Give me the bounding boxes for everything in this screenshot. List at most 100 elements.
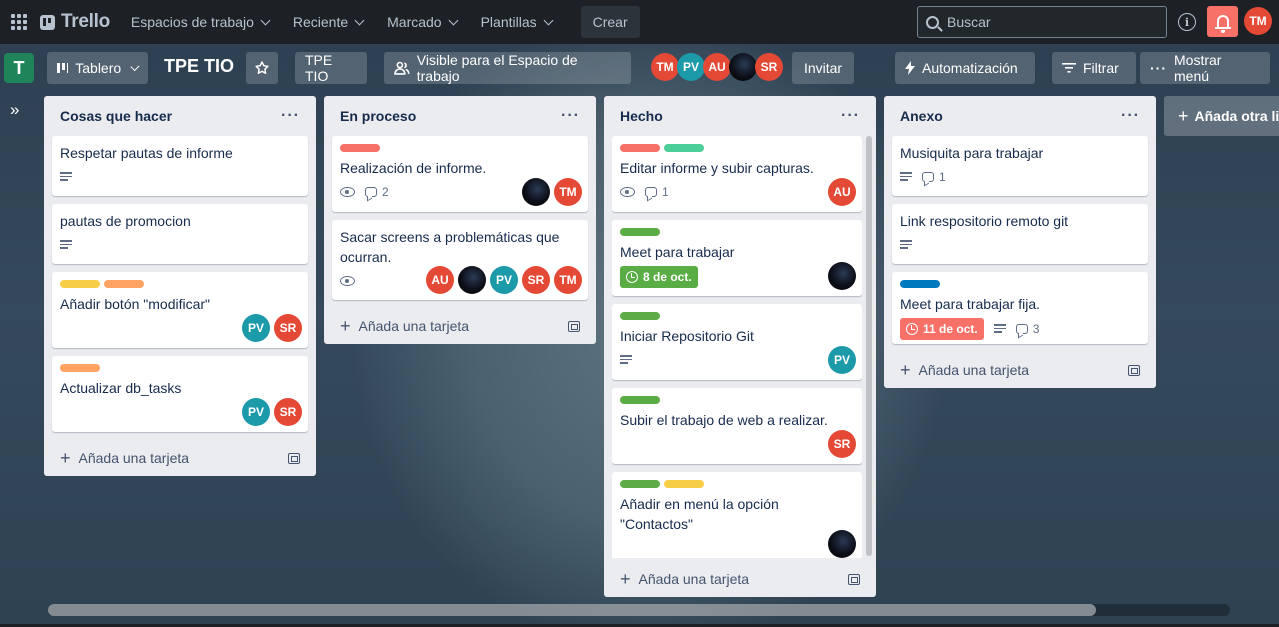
label-dark-green[interactable] — [620, 396, 660, 404]
list-scrollbar[interactable] — [866, 136, 872, 556]
workspace-avatar[interactable]: T — [4, 53, 34, 83]
card[interactable]: Añadir en menú la opción "Contactos" — [612, 472, 862, 558]
member-avatar[interactable]: SR — [755, 53, 783, 81]
nav-recent[interactable]: Reciente — [284, 6, 372, 38]
card-template-icon[interactable] — [1128, 364, 1140, 376]
nav-templates[interactable]: Plantillas — [472, 6, 561, 38]
filter-button[interactable]: Filtrar — [1052, 52, 1136, 84]
card[interactable]: Subir el trabajo de web a realizar. SR — [612, 388, 862, 464]
label-dark-green[interactable] — [620, 480, 660, 488]
list-header[interactable]: Cosas que hacer ··· — [52, 96, 308, 136]
card[interactable]: Actualizar db_tasks PV SR — [52, 356, 308, 432]
member-avatar-photo[interactable] — [729, 53, 757, 81]
list-header[interactable]: Anexo ··· — [892, 96, 1148, 136]
card[interactable]: Musiquita para trabajar 1 — [892, 136, 1148, 196]
board-horizontal-scrollbar[interactable] — [48, 604, 1230, 616]
app-switcher-button[interactable] — [0, 0, 38, 44]
invite-button[interactable]: Invitar — [792, 52, 854, 84]
member-avatar[interactable]: PV — [677, 53, 705, 81]
member-avatar[interactable]: PV — [242, 314, 270, 342]
member-avatar[interactable]: PV — [242, 398, 270, 426]
list-actions-icon[interactable]: ··· — [841, 107, 860, 125]
label-orange[interactable] — [104, 280, 144, 288]
add-card-button[interactable]: + Añada una tarjeta — [612, 561, 868, 597]
card[interactable]: Añadir botón "modificar" PV SR — [52, 272, 308, 348]
card[interactable]: Respetar pautas de informe — [52, 136, 308, 196]
search-input[interactable]: Buscar — [917, 6, 1167, 38]
expand-sidebar-icon[interactable]: » — [10, 100, 19, 120]
member-avatar-photo[interactable] — [522, 178, 550, 206]
trello-logo[interactable]: Trello — [40, 11, 110, 33]
label-yellow[interactable] — [60, 280, 100, 288]
star-board-button[interactable] — [246, 52, 278, 84]
member-avatar-photo[interactable] — [828, 530, 856, 558]
card-template-icon[interactable] — [568, 320, 580, 332]
card-template-icon[interactable] — [848, 573, 860, 585]
card[interactable]: Realización de informe. 2 TM — [332, 136, 588, 212]
comment-icon — [922, 172, 934, 182]
card-badges: 11 de oct. 3 — [900, 318, 1140, 340]
member-avatar[interactable]: SR — [274, 398, 302, 426]
member-avatar[interactable]: SR — [522, 266, 550, 294]
automation-button[interactable]: Automatización — [895, 52, 1035, 84]
card-template-icon[interactable] — [288, 452, 300, 464]
card[interactable]: Link respositorio remoto git — [892, 204, 1148, 264]
scrollbar-thumb[interactable] — [48, 604, 1096, 616]
add-card-button[interactable]: + Añada una tarjeta — [52, 440, 308, 476]
list-actions-icon[interactable]: ··· — [281, 107, 300, 125]
member-avatar[interactable]: PV — [490, 266, 518, 294]
user-avatar[interactable]: TM — [1244, 7, 1272, 35]
label-dark-green[interactable] — [620, 312, 660, 320]
label-red[interactable] — [620, 144, 660, 152]
nav-starred[interactable]: Marcado — [378, 6, 465, 38]
visibility-button[interactable]: Visible para el Espacio de trabajo — [384, 52, 631, 84]
add-list-button[interactable]: + Añada otra lis — [1164, 96, 1279, 136]
member-avatar[interactable]: TM — [651, 53, 679, 81]
list-title[interactable]: Anexo — [900, 108, 943, 124]
create-button[interactable]: Crear — [580, 6, 640, 38]
board-view-switcher[interactable]: Tablero — [47, 52, 148, 84]
show-menu-button[interactable]: ··· Mostrar menú — [1140, 52, 1270, 84]
member-avatar-photo[interactable] — [458, 266, 486, 294]
info-icon[interactable]: i — [1178, 13, 1196, 31]
card[interactable]: Meet para trabajar 8 de oct. — [612, 220, 862, 296]
label-yellow[interactable] — [664, 480, 704, 488]
workspace-button[interactable]: TPE TIO — [295, 52, 367, 84]
list-actions-icon[interactable]: ··· — [1121, 107, 1140, 125]
add-card-button[interactable]: + Añada una tarjeta — [892, 352, 1148, 388]
due-date-badge[interactable]: 8 de oct. — [620, 266, 698, 288]
label-blue[interactable] — [900, 280, 940, 288]
list-title[interactable]: Hecho — [620, 108, 663, 124]
list-title[interactable]: Cosas que hacer — [60, 108, 172, 124]
member-avatar[interactable]: AU — [828, 178, 856, 206]
card[interactable]: Iniciar Repositorio Git PV — [612, 304, 862, 380]
label-orange[interactable] — [60, 364, 100, 372]
due-date-badge[interactable]: 11 de oct. — [900, 318, 984, 340]
member-avatar[interactable]: PV — [828, 346, 856, 374]
add-card-button[interactable]: + Añada una tarjeta — [332, 308, 588, 344]
label-dark-green[interactable] — [620, 228, 660, 236]
card[interactable]: Meet para trabajar fija. 11 de oct. 3 — [892, 272, 1148, 344]
nav-workspaces[interactable]: Espacios de trabajo — [122, 6, 278, 38]
label-red[interactable] — [340, 144, 380, 152]
member-avatar[interactable]: SR — [828, 430, 856, 458]
member-avatar[interactable]: TM — [554, 178, 582, 206]
list-header[interactable]: En proceso ··· — [332, 96, 588, 136]
list-actions-icon[interactable]: ··· — [561, 107, 580, 125]
card-labels — [900, 280, 1140, 288]
member-avatar-photo[interactable] — [828, 262, 856, 290]
member-avatar[interactable]: AU — [703, 53, 731, 81]
card[interactable]: Sacar screens a problemáticas que ocurra… — [332, 220, 588, 300]
automation-label: Automatización — [922, 60, 1018, 76]
member-avatar[interactable]: AU — [426, 266, 454, 294]
list-scrollbar-thumb[interactable] — [866, 136, 872, 556]
member-avatar[interactable]: TM — [554, 266, 582, 294]
card[interactable]: pautas de promocion — [52, 204, 308, 264]
card[interactable]: Editar informe y subir capturas. 1 AU — [612, 136, 862, 212]
board-title[interactable]: TPE TIO — [164, 56, 234, 77]
list-header[interactable]: Hecho ··· — [612, 96, 868, 136]
member-avatar[interactable]: SR — [274, 314, 302, 342]
label-green[interactable] — [664, 144, 704, 152]
list-title[interactable]: En proceso — [340, 108, 416, 124]
notifications-button[interactable] — [1207, 6, 1238, 37]
